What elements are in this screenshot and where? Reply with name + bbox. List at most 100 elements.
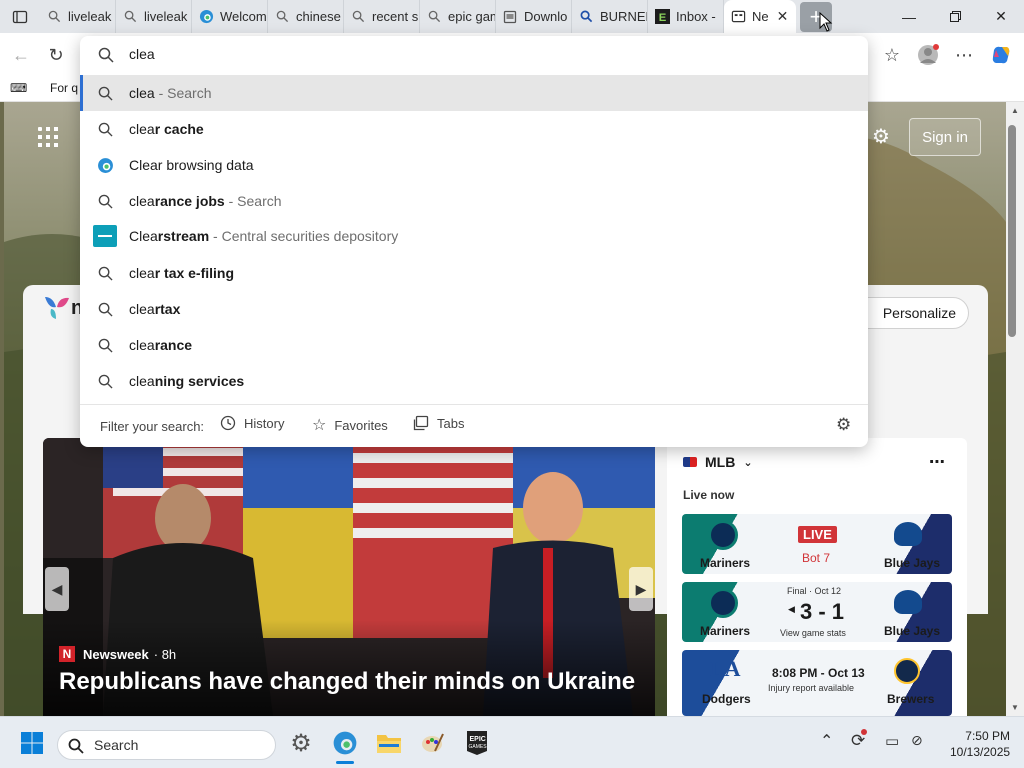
search-settings-button[interactable]: ⚙ (836, 415, 851, 435)
live-badge: LIVE (798, 526, 837, 543)
tab-label: chinese (296, 9, 341, 24)
refresh-button[interactable]: ↻ (43, 42, 69, 68)
carousel-next-button[interactable]: ▶ (629, 567, 653, 611)
search-icon (96, 84, 114, 102)
maximize-button[interactable] (932, 0, 978, 33)
mlb-header[interactable]: MLB ⌄ (683, 454, 753, 470)
page-settings-button[interactable]: ⚙ (870, 126, 892, 148)
sync-icon[interactable]: ⟳ (851, 729, 867, 751)
suggestion-row[interactable]: Clearstream - Central securities deposit… (80, 218, 868, 254)
more-options-icon[interactable]: ⋯ (929, 452, 945, 472)
suggestion-row[interactable]: cleaning services (80, 363, 868, 399)
address-input-text[interactable]: clea (129, 46, 155, 62)
network-offline-icon[interactable]: ⊘ (911, 732, 923, 749)
search-icon (96, 120, 114, 138)
game-card[interactable]: Mariners Blue Jays Final · Oct 12 ◀ 3 - … (682, 582, 952, 642)
search-icon (122, 9, 138, 25)
tab-label: recent s (372, 9, 419, 24)
close-window-button[interactable]: ✕ (978, 0, 1024, 33)
carousel-prev-button[interactable]: ◀ (45, 567, 69, 611)
tab-inbox[interactable]: E Inbox - (648, 0, 724, 33)
sign-in-label: Sign in (922, 128, 968, 146)
display-icon[interactable]: ▭ (885, 732, 899, 750)
taskbar-file-explorer[interactable] (371, 725, 407, 761)
tab-chinese[interactable]: chinese (268, 0, 344, 33)
scroll-thumb[interactable] (1008, 125, 1016, 337)
filter-favorites-button[interactable]: ☆ Favorites (312, 415, 388, 435)
tab-label: epic gam (448, 9, 496, 24)
filter-tabs-button[interactable]: Tabs (413, 415, 464, 431)
live-now-label: Live now (683, 488, 735, 502)
favorites-bar-item[interactable]: For q (50, 81, 78, 95)
minimize-button[interactable]: — (886, 0, 932, 33)
suggestion-prefix: clea (129, 85, 155, 101)
gear-icon: ⚙ (872, 126, 890, 148)
chevron-up-icon[interactable]: ⌃ (820, 731, 833, 751)
e-logo-icon: E (654, 9, 670, 25)
suggestion-row[interactable]: cleartax (80, 291, 868, 327)
tab-actions-button[interactable] (0, 0, 40, 33)
suggestion-row[interactable]: clearance (80, 327, 868, 363)
copilot-button[interactable] (988, 42, 1014, 68)
start-button[interactable] (14, 725, 50, 761)
suggestion-completion: rstream (157, 228, 210, 244)
clock-time: 7:50 PM (965, 729, 1010, 743)
team-home-name: Mariners (700, 624, 751, 638)
suggestion-prefix: clea (129, 301, 155, 317)
taskbar-edge[interactable] (327, 725, 363, 764)
suggestion-row[interactable]: clear cache (80, 111, 868, 147)
sign-in-button[interactable]: Sign in (909, 118, 981, 156)
brewers-logo-icon (894, 658, 920, 684)
game-card[interactable]: LA Dodgers Brewers 8:08 PM - Oct 13 Inju… (682, 650, 952, 716)
tab-liveleak-1[interactable]: liveleak (40, 0, 116, 33)
favorites-button[interactable]: ☆ (879, 42, 905, 68)
search-filter-bar: Filter your search: History ☆ Favorites … (80, 404, 868, 447)
tab-label: Ne (752, 9, 769, 24)
suggestion-text: cleaning services (129, 373, 244, 389)
suggestion-prefix: clea (129, 373, 155, 389)
filter-history-button[interactable]: History (220, 415, 284, 431)
game-score: 3 - 1 (800, 599, 845, 624)
suggestion-row[interactable]: clearance jobs - Search (80, 183, 868, 219)
tab-downloads[interactable]: Downlo (496, 0, 572, 33)
clock[interactable]: 7:50 PM 10/13/2025 (950, 728, 1010, 760)
close-tab-icon[interactable]: ✕ (777, 8, 789, 25)
profile-button[interactable] (915, 42, 941, 68)
injury-report[interactable]: Injury report available (768, 683, 854, 693)
suggestion-text: Clear browsing data (129, 157, 254, 173)
taskbar-paint[interactable] (415, 725, 451, 761)
settings-more-button[interactable]: ⋯ (951, 42, 977, 68)
suggestion-row[interactable]: clear tax e-filing (80, 255, 868, 291)
search-icon (96, 192, 114, 210)
suggestion-prefix: clea (129, 265, 155, 281)
team-away-name: Blue Jays (884, 624, 941, 638)
suggestion-completion: r tax e-filing (154, 265, 235, 281)
tab-welcome[interactable]: Welcom (192, 0, 268, 33)
suggestion-row[interactable]: clea - Search (80, 75, 868, 111)
view-stats-link[interactable]: View game stats (780, 628, 846, 638)
news-source[interactable]: N Newsweek · 8h (59, 646, 176, 662)
suggestion-row[interactable]: Clear browsing data (80, 147, 868, 183)
search-icon (350, 9, 366, 25)
tab-label: liveleak (144, 9, 188, 24)
taskbar-search[interactable]: Search (57, 730, 276, 760)
tab-liveleak-2[interactable]: liveleak (116, 0, 192, 33)
back-button[interactable]: ← (8, 42, 34, 68)
search-icon (98, 47, 114, 63)
window-controls: — ✕ (886, 0, 1024, 33)
apps-grid-button[interactable] (38, 127, 58, 147)
suggestion-suffix: - Central securities depository (209, 228, 399, 244)
taskbar-settings[interactable]: ⚙ (283, 725, 319, 761)
address-bar[interactable]: clea (80, 36, 868, 74)
personalize-button[interactable]: Personalize (851, 297, 969, 329)
tab-new-tab[interactable]: Ne ✕ (724, 0, 796, 33)
news-headline[interactable]: Republicans have changed their minds on … (59, 668, 635, 696)
tab-burner[interactable]: BURNER (572, 0, 648, 33)
tab-epic-games[interactable]: epic gam (420, 0, 496, 33)
taskbar-epic-games[interactable]: EPIC GAMES (459, 725, 495, 761)
tab-recent[interactable]: recent s (344, 0, 420, 33)
tab-label: BURNER (600, 9, 647, 24)
search-icon (96, 372, 114, 390)
game-inning: Bot 7 (802, 551, 831, 565)
game-card[interactable]: Mariners Blue Jays LIVE Bot 7 (682, 514, 952, 574)
